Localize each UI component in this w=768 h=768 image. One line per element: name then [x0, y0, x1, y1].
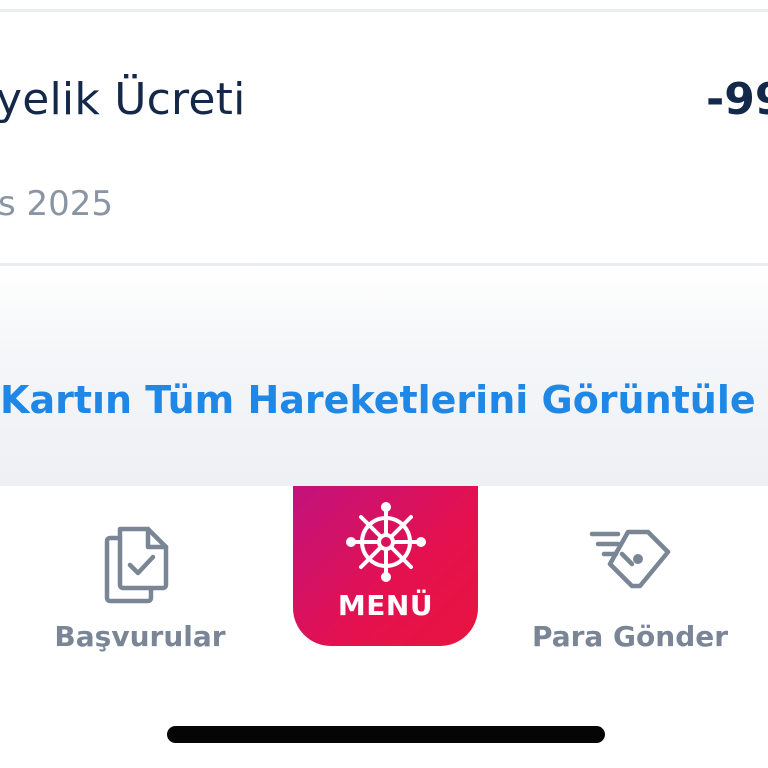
transaction-amount: -99 — [706, 74, 768, 125]
transaction-row[interactable]: yelik Ücreti -99 s 2025 — [0, 12, 768, 264]
transaction-title: yelik Ücreti — [0, 74, 246, 125]
view-all-transactions-link[interactable]: Kartın Tüm Hareketlerini Görüntüle — [0, 378, 756, 422]
document-check-icon — [102, 524, 174, 608]
menu-button-label: MENÜ — [337, 589, 434, 622]
view-all-section: Kartın Tüm Hareketlerini Görüntüle — [0, 266, 768, 486]
tab-para-gonder-label: Para Gönder — [531, 620, 729, 653]
tab-basvurular-label: Başvurular — [54, 620, 226, 653]
menu-button[interactable]: MENÜ — [293, 486, 478, 646]
screen: yelik Ücreti -99 s 2025 Kartın Tüm Harek… — [0, 0, 768, 768]
money-transfer-icon — [588, 524, 672, 600]
home-indicator[interactable] — [167, 726, 605, 743]
tab-basvurular[interactable]: Başvurular — [40, 486, 240, 666]
transaction-date: s 2025 — [0, 184, 114, 224]
tab-para-gonder[interactable]: Para Gönder — [520, 486, 740, 666]
ship-wheel-icon — [346, 502, 426, 586]
